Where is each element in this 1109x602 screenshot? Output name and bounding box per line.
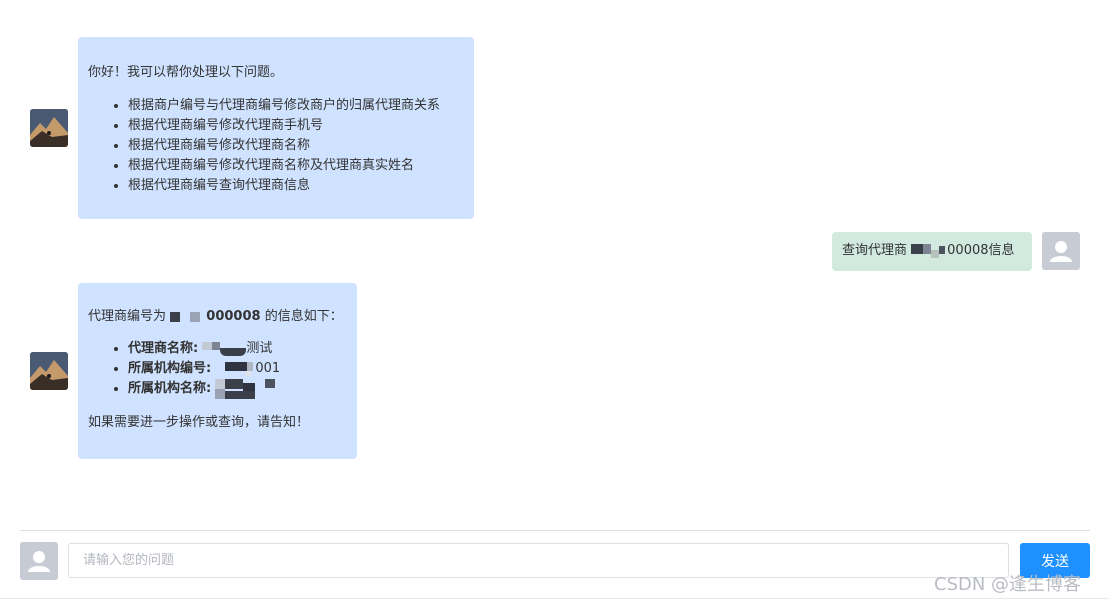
mountain-photo-icon <box>30 109 68 147</box>
question-input[interactable] <box>68 543 1009 578</box>
field-value: 001 <box>255 361 281 376</box>
list-item: 根据商户编号与代理商编号修改商户的归属代理商关系 <box>128 96 464 116</box>
user-query-suffix: 00008信息 <box>947 243 1015 258</box>
user-avatar <box>1042 232 1080 270</box>
list-item: 根据代理商编号查询代理商信息 <box>128 176 464 196</box>
bot-avatar <box>30 352 68 390</box>
list-item: 所属机构名称: <box>128 379 347 401</box>
bot-message-bubble: 你好！我可以帮你处理以下问题。 根据商户编号与代理商编号修改商户的归属代理商关系… <box>78 37 474 219</box>
bottom-border <box>0 598 1109 599</box>
intro-prefix: 代理商编号为 <box>88 309 167 324</box>
intro-suffix: 的信息如下： <box>264 309 343 324</box>
mountain-photo-icon <box>30 352 68 390</box>
list-item: 根据代理商编号修改代理商名称及代理商真实姓名 <box>128 156 464 176</box>
user-silhouette-icon <box>1042 232 1080 270</box>
list-item: 代理商名称: 测试 <box>128 339 347 359</box>
bot-message-bubble: 代理商编号为 000008 的信息如下： 代理商名称: 测试 所属机构编号: 0… <box>78 283 357 459</box>
field-label: 所属机构名称: <box>128 381 212 396</box>
redacted-mosaic <box>215 379 277 401</box>
user-silhouette-icon <box>20 542 58 580</box>
bot-greeting: 你好！我可以帮你处理以下问题。 <box>88 65 284 80</box>
agent-info-list: 代理商名称: 测试 所属机构编号: 001 所属机构名称: <box>88 339 347 401</box>
field-value: 测试 <box>246 341 273 356</box>
user-query-prefix: 查询代理商 <box>842 243 908 258</box>
composer-divider <box>20 530 1090 531</box>
capability-list: 根据商户编号与代理商编号修改商户的归属代理商关系 根据代理商编号修改代理商手机号… <box>88 96 464 196</box>
redacted-mosaic <box>170 310 202 324</box>
agent-info-intro: 代理商编号为 000008 的信息如下： <box>88 307 347 327</box>
redacted-mosaic <box>215 361 255 376</box>
closing-text: 如果需要进一步操作或查询，请告知！ <box>88 415 310 430</box>
redacted-mosaic <box>202 341 247 356</box>
list-item: 根据代理商编号修改代理商名称 <box>128 136 464 156</box>
watermark: CSDN @逢生博客 <box>934 574 1082 595</box>
bot-avatar <box>30 109 68 147</box>
list-item: 所属机构编号: 001 <box>128 359 347 379</box>
user-message-bubble: 查询代理商 00008信息 <box>832 232 1032 271</box>
list-item: 根据代理商编号修改代理商手机号 <box>128 116 464 136</box>
field-label: 代理商名称: <box>128 341 199 356</box>
redacted-mosaic <box>911 243 947 258</box>
user-avatar <box>20 542 58 580</box>
field-label: 所属机构编号: <box>128 361 212 376</box>
agent-number: 000008 <box>206 309 261 324</box>
